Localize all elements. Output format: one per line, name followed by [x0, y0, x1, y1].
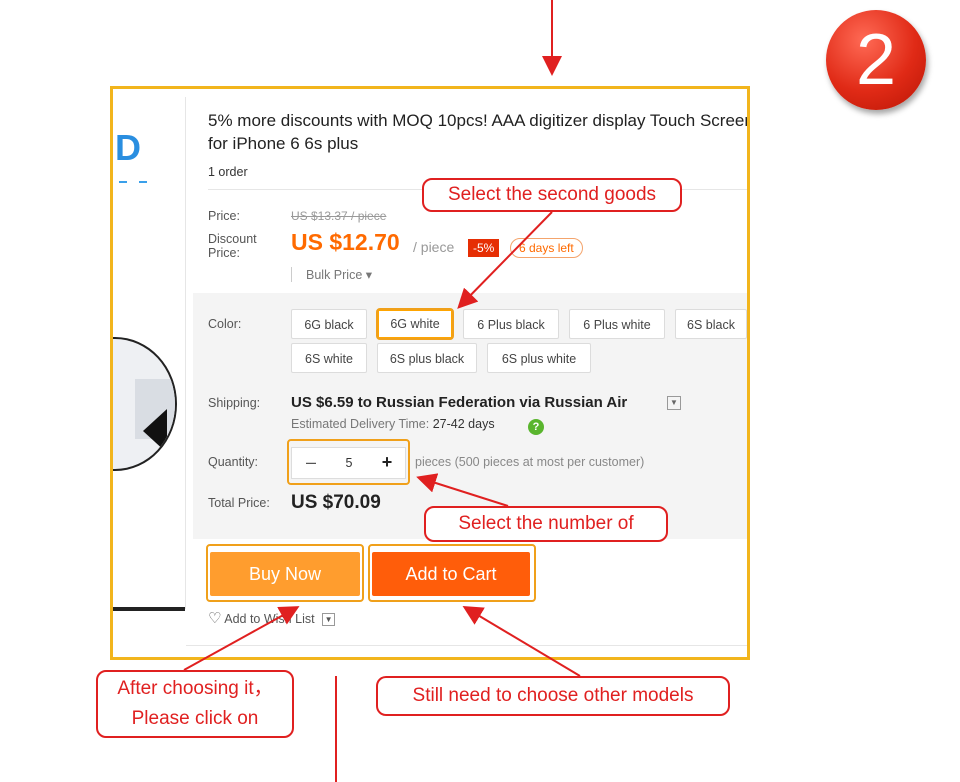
- color-arrow: [457, 211, 553, 309]
- annotation-arrows: [183, 0, 581, 782]
- buy-arrow: [183, 606, 300, 671]
- other-models-callout: Still need to choose other models: [376, 676, 730, 716]
- select-number-callout: Select the number of: [424, 506, 668, 542]
- cart-arrow: [462, 605, 581, 677]
- after-choosing-callout: After choosing it， Please click on: [96, 670, 294, 738]
- quantity-arrow: [416, 473, 509, 507]
- after-choosing-line2: Please click on: [131, 708, 259, 729]
- after-choosing-line1: After choosing it，: [117, 678, 273, 699]
- select-goods-callout: Select the second goods: [422, 178, 682, 212]
